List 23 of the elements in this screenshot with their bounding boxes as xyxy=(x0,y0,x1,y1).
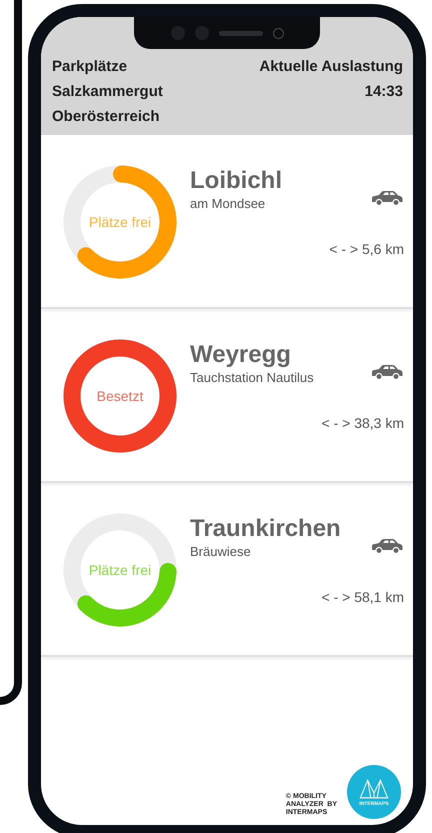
parking-card[interactable]: Besetzt Weyregg Tauchstation Nautilus < - > 38,3 km xyxy=(41,309,413,483)
region-title: Oberösterreich xyxy=(52,107,161,127)
parking-location: Bräuwiese xyxy=(190,543,252,561)
distance-label: < - > 38,3 km xyxy=(322,415,404,431)
car-icon xyxy=(370,364,404,380)
car-icon xyxy=(370,538,404,554)
time-label: 14:33 xyxy=(364,82,403,102)
distance-label: < - > 5,6 km xyxy=(329,241,404,257)
parking-name: Weyregg xyxy=(190,341,292,369)
status-text: Plätze frei xyxy=(88,562,152,578)
car-icon xyxy=(370,190,404,206)
status-text: Plätze frei xyxy=(88,214,152,230)
parking-name: Traunkirchen xyxy=(190,515,341,543)
status-text: Besetzt xyxy=(96,388,144,404)
parking-location: Tauchstation Nautilus xyxy=(190,369,314,387)
parking-name: Loibichl xyxy=(190,167,282,195)
parking-card[interactable]: Plätze frei Traunkirchen Bräuwiese < - > 58,1 km xyxy=(41,483,413,657)
parking-location: am Mondsee xyxy=(190,195,266,213)
status-label: Aktuelle Auslastung xyxy=(259,57,403,77)
region-title: Parkplätze xyxy=(52,57,128,77)
region-title: Salzkammergut xyxy=(52,82,163,102)
distance-label: < - > 58,1 km xyxy=(322,589,404,605)
parking-card[interactable]: Plätze frei Loibichl am Mondsee < - > 5,6 km xyxy=(41,135,413,309)
